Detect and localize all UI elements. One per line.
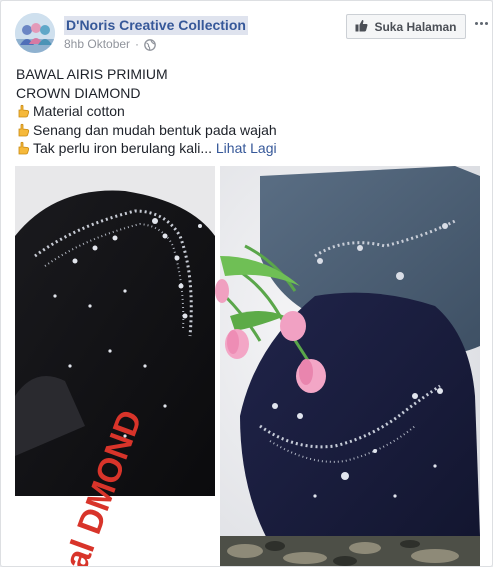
ellipsis: ... bbox=[200, 140, 212, 156]
bullet-text: Material cotton bbox=[33, 103, 125, 119]
thumbs-up-icon bbox=[355, 19, 368, 35]
more-options-icon[interactable] bbox=[471, 13, 491, 33]
post-card: D'Noris Creative Collection 8hb Oktober … bbox=[0, 0, 493, 567]
page-avatar[interactable] bbox=[15, 13, 55, 53]
bullet-line: Tak perlu iron berulang kali... Lihat La… bbox=[16, 139, 481, 158]
meta-separator: · bbox=[135, 37, 140, 51]
post-message: BAWAL AIRIS PRIMIUM CROWN DIAMOND Materi… bbox=[16, 65, 481, 158]
post-photo[interactable]: al DMOND bbox=[15, 166, 480, 566]
post-text-line: CROWN DIAMOND bbox=[16, 84, 141, 101]
post-meta: 8hb Oktober · bbox=[64, 37, 156, 51]
like-page-label: Suka Halaman bbox=[374, 19, 457, 34]
see-more-link[interactable]: Lihat Lagi bbox=[216, 140, 277, 156]
post-text-line: BAWAL AIRIS PRIMIUM bbox=[16, 66, 168, 82]
post-timestamp[interactable]: 8hb Oktober bbox=[64, 37, 130, 51]
bullet-text: Tak perlu iron berulang kali bbox=[33, 140, 201, 156]
pointing-hand-icon bbox=[16, 141, 30, 155]
page-name-link[interactable]: D'Noris Creative Collection bbox=[64, 16, 248, 35]
pointing-hand-icon bbox=[16, 123, 30, 137]
globe-icon[interactable] bbox=[144, 38, 156, 51]
bullet-line: Senang dan mudah bentuk pada wajah bbox=[16, 121, 481, 140]
bullet-line: Material cotton bbox=[16, 102, 481, 121]
pointing-hand-icon bbox=[16, 104, 30, 118]
bullet-text: Senang dan mudah bentuk pada wajah bbox=[33, 121, 277, 138]
like-page-button[interactable]: Suka Halaman bbox=[346, 14, 466, 39]
